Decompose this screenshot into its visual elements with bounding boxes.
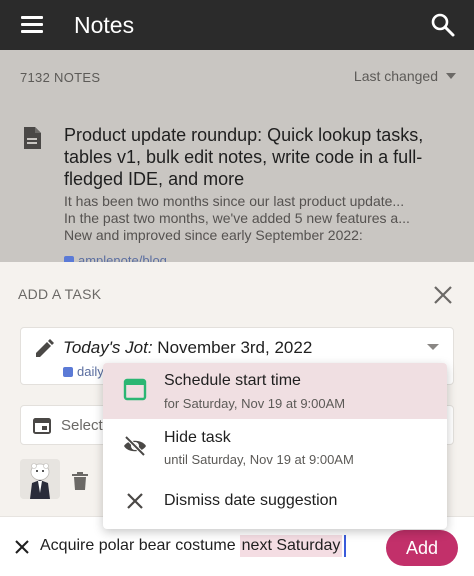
text-cursor — [344, 535, 347, 557]
note-tag[interactable]: amplenote/blog — [64, 253, 167, 262]
pencil-icon — [36, 339, 54, 357]
menu-item-sub: for Saturday, Nov 19 at 9:00AM — [164, 396, 346, 411]
app-bar: Notes — [0, 0, 474, 50]
avatar-image — [20, 459, 60, 499]
snippet-line: In the past two months, we've added 5 ne… — [64, 210, 410, 226]
document-icon — [24, 127, 41, 149]
add-button[interactable]: Add — [386, 530, 458, 566]
notes-count: 7132 NOTES — [20, 70, 101, 85]
task-input-text: Acquire polar bear costume — [40, 537, 236, 554]
menu-item-label: Schedule start time — [164, 372, 301, 389]
jot-label-date: November 3rd, 2022 — [157, 338, 313, 357]
date-suggestion-menu: Schedule start time for Saturday, Nov 19… — [103, 363, 447, 529]
menu-item-dismiss[interactable]: Dismiss date suggestion — [103, 473, 447, 529]
close-icon — [127, 493, 143, 509]
task-input[interactable]: Acquire polar bear costume next Saturday — [40, 535, 347, 557]
menu-item-sub: until Saturday, Nov 19 at 9:00AM — [164, 452, 354, 467]
app-title: Notes — [74, 12, 135, 38]
clear-icon[interactable] — [14, 539, 30, 555]
sort-label: Last changed — [353, 68, 438, 84]
date-placeholder: Select — [61, 417, 103, 434]
sheet-title: ADD A TASK — [18, 286, 102, 302]
note-tag-label: amplenote/blog — [78, 253, 167, 262]
menu-icon[interactable] — [18, 14, 46, 36]
calendar-icon — [33, 418, 51, 434]
tag-icon — [63, 366, 73, 377]
eye-off-icon — [124, 435, 146, 457]
note-snippet: It has been two months since our last pr… — [64, 193, 460, 244]
search-icon[interactable] — [430, 12, 456, 38]
snippet-line: New and improved since early September 2… — [64, 227, 363, 243]
menu-item-label: Hide task — [164, 429, 231, 446]
jot-tag: daily — [63, 364, 104, 379]
note-title[interactable]: Product update roundup: Quick lookup tas… — [64, 124, 464, 190]
caret-down-icon — [427, 344, 439, 350]
jot-tag-label: daily — [77, 364, 104, 379]
menu-item-hide-task[interactable]: Hide task until Saturday, Nov 19 at 9:00… — [103, 419, 447, 473]
jot-label-prefix: Today's Jot: — [63, 338, 153, 357]
trash-icon[interactable] — [72, 472, 88, 490]
calendar-icon — [123, 378, 147, 401]
sort-dropdown[interactable]: Last changed — [354, 68, 456, 84]
close-icon[interactable] — [432, 284, 454, 306]
snippet-line: It has been two months since our last pr… — [64, 193, 405, 209]
menu-item-schedule[interactable]: Schedule start time for Saturday, Nov 19… — [103, 363, 447, 419]
notes-list: 7132 NOTES Last changed Product update r… — [0, 50, 474, 262]
chevron-down-icon — [446, 73, 456, 79]
jot-label: Today's Jot: November 3rd, 2022 — [63, 338, 312, 358]
date-highlight: next Saturday — [239, 535, 343, 557]
menu-item-label: Dismiss date suggestion — [164, 492, 338, 509]
avatar[interactable] — [20, 459, 60, 499]
